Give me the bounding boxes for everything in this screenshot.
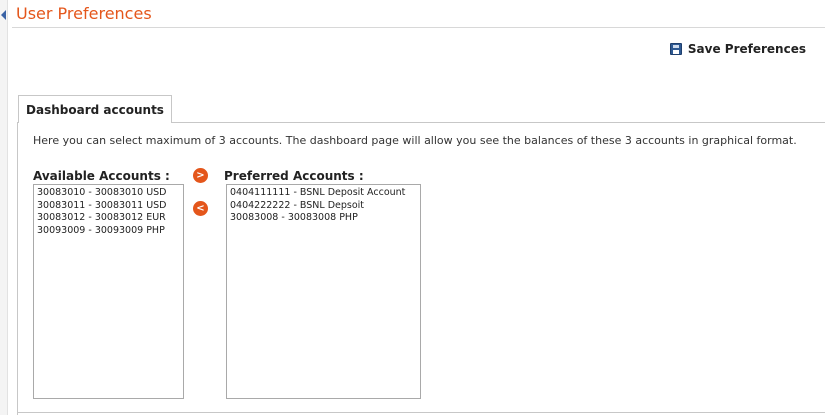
save-preferences-button[interactable]: Save Preferences [669,42,806,56]
preferred-account-option[interactable]: 0404111111 - BSNL Deposit Account [230,187,417,200]
available-account-option[interactable]: 30083012 - 30083012 EUR [37,212,180,225]
title-divider [12,27,825,28]
floppy-disk-icon [669,43,682,55]
move-to-preferred-button[interactable]: > [193,168,208,183]
available-account-option[interactable]: 30093009 - 30093009 PHP [37,225,180,238]
preferred-accounts-label: Preferred Accounts : [224,169,364,183]
available-accounts-label: Available Accounts : [33,169,170,183]
save-preferences-label: Save Preferences [687,42,806,56]
preferred-account-option[interactable]: 0404222222 - BSNL Depsoit [230,200,417,213]
panel-border-left [17,122,18,415]
available-account-option[interactable]: 30083011 - 30083011 USD [37,200,180,213]
preferred-accounts-list[interactable]: 0404111111 - BSNL Deposit Account 040422… [226,184,421,399]
available-accounts-list[interactable]: 30083010 - 30083010 USD 30083011 - 30083… [33,184,184,399]
panel-border-bottom [17,412,825,413]
tab-dashboard-accounts[interactable]: Dashboard accounts [18,95,172,123]
available-account-option[interactable]: 30083010 - 30083010 USD [37,187,180,200]
preferred-account-option[interactable]: 30083008 - 30083008 PHP [230,212,417,225]
move-to-available-button[interactable]: < [193,201,208,216]
collapse-arrow-icon[interactable] [1,10,6,20]
page-title: User Preferences [16,4,152,23]
tab-bar-divider [172,122,825,123]
dashboard-description: Here you can select maximum of 3 account… [33,134,797,147]
left-rail [0,0,8,415]
